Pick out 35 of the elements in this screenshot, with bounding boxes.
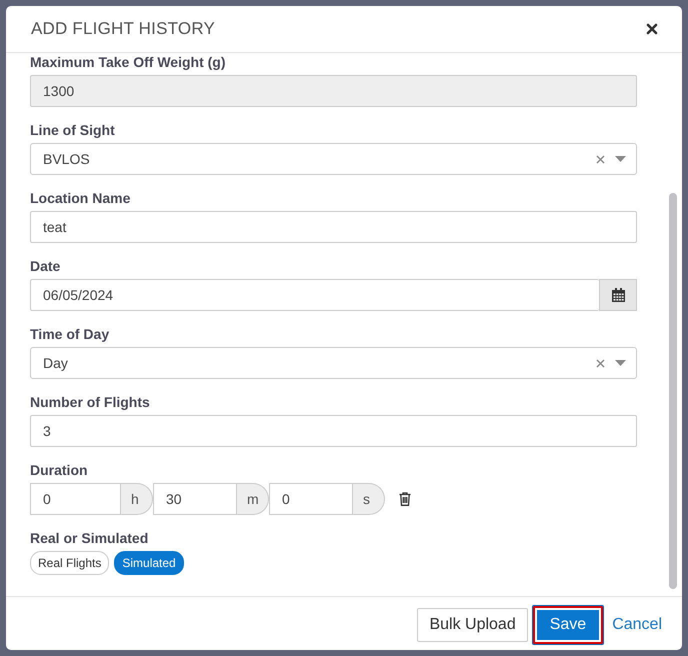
input-field[interactable]: 3 xyxy=(30,415,637,447)
cancel-link[interactable]: Cancel xyxy=(608,608,666,642)
toggle-option[interactable]: Simulated xyxy=(114,551,184,575)
field-label: Maximum Take Off Weight (g) xyxy=(30,53,226,71)
field-label: Time of Day xyxy=(30,325,110,343)
select-field[interactable]: Day xyxy=(30,347,637,379)
unit-label: s xyxy=(353,483,385,515)
field-label: Line of Sight xyxy=(30,121,115,139)
save-button[interactable]: Save xyxy=(532,605,604,645)
field-label: Date xyxy=(30,257,60,275)
trash-icon[interactable] xyxy=(399,492,411,506)
clear-icon[interactable] xyxy=(596,358,605,368)
calendar-button[interactable] xyxy=(599,279,637,311)
date-field[interactable]: 06/05/2024 xyxy=(30,279,599,311)
field-label: Duration xyxy=(30,461,88,479)
unit-label: h xyxy=(121,483,153,515)
input-field: 1300 xyxy=(30,75,637,107)
input-field[interactable]: 0 xyxy=(269,483,353,515)
field-label: Real or Simulated xyxy=(30,529,148,547)
scrollbar-thumb[interactable] xyxy=(669,193,677,589)
input-field[interactable]: 0 xyxy=(30,483,121,515)
toggle-option[interactable]: Real Flights xyxy=(30,551,110,575)
select-field[interactable]: BVLOS xyxy=(30,143,637,175)
clear-icon[interactable] xyxy=(596,154,605,164)
unit-label: m xyxy=(237,483,269,515)
bulk-upload-button[interactable]: Bulk Upload xyxy=(417,608,528,642)
field-label: Number of Flights xyxy=(30,393,150,411)
caret-icon[interactable] xyxy=(615,156,626,162)
caret-icon[interactable] xyxy=(615,360,626,366)
calendar-icon[interactable] xyxy=(612,288,624,302)
field-label: Location Name xyxy=(30,189,130,207)
close-icon[interactable] xyxy=(646,23,658,35)
dialog-title: ADD FLIGHT HISTORY xyxy=(31,19,216,39)
input-field[interactable]: teat xyxy=(30,211,637,243)
input-field[interactable]: 30 xyxy=(153,483,237,515)
